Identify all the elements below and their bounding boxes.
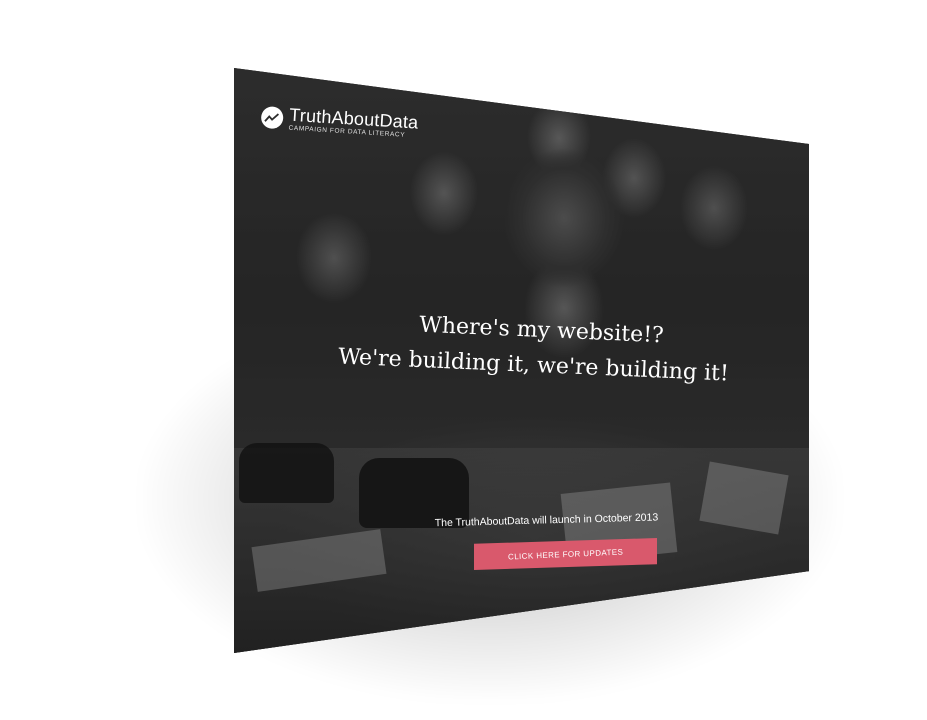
updates-button-label: CLICK HERE FOR UPDATES <box>507 546 624 562</box>
chart-line-icon <box>260 105 284 130</box>
stage: TruthAboutData Campaign for Data Literac… <box>0 0 927 720</box>
landing-screen: TruthAboutData Campaign for Data Literac… <box>234 68 809 653</box>
